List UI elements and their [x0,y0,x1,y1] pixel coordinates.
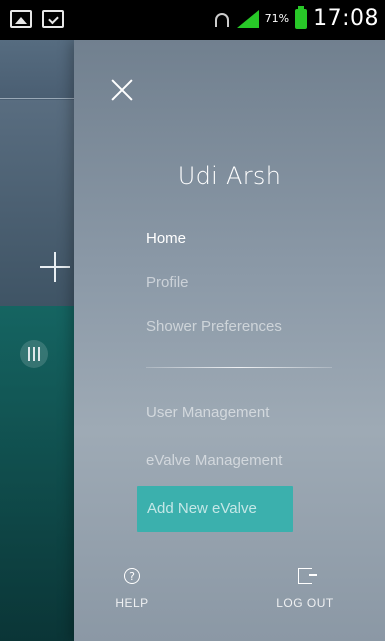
status-left-icons [10,10,64,28]
logout-label: LOG OUT [276,596,334,610]
status-right-icons: 71% 17:08 [213,5,379,31]
user-name: Udi Arsh [177,162,282,190]
menu-item-shower-preferences[interactable]: Shower Preferences [146,318,282,335]
add-new-evalve-button[interactable]: Add New eValve [137,486,293,532]
sliders-icon[interactable] [20,340,48,368]
add-new-evalve-label: Add New eValve [147,500,257,517]
help-icon: ? [124,568,140,584]
wifi-icon [213,12,231,27]
menu-item-evalve-management[interactable]: eValve Management [146,452,282,469]
logout-button[interactable]: LOG OUT [270,568,340,610]
help-label: HELP [115,596,149,610]
menu-item-user-management[interactable]: User Management [146,404,269,421]
close-icon[interactable] [110,78,134,102]
logout-icon [298,568,317,584]
menu-item-home[interactable]: Home [146,230,186,247]
status-bar: 71% 17:08 [0,0,385,40]
status-clock: 17:08 [313,6,379,31]
clipboard-check-icon [42,10,64,28]
battery-percent: 71% [264,12,290,25]
help-button[interactable]: ? HELP [112,568,152,610]
plus-icon[interactable] [40,252,70,282]
menu-item-profile[interactable]: Profile [146,274,189,291]
navigation-drawer: Udi Arsh Home Profile Shower Preferences… [74,40,385,641]
menu-divider [146,367,332,368]
background-header [0,40,74,100]
gallery-icon [10,10,32,28]
signal-icon [236,9,259,28]
battery-icon [295,5,308,29]
background-divider [0,98,74,99]
